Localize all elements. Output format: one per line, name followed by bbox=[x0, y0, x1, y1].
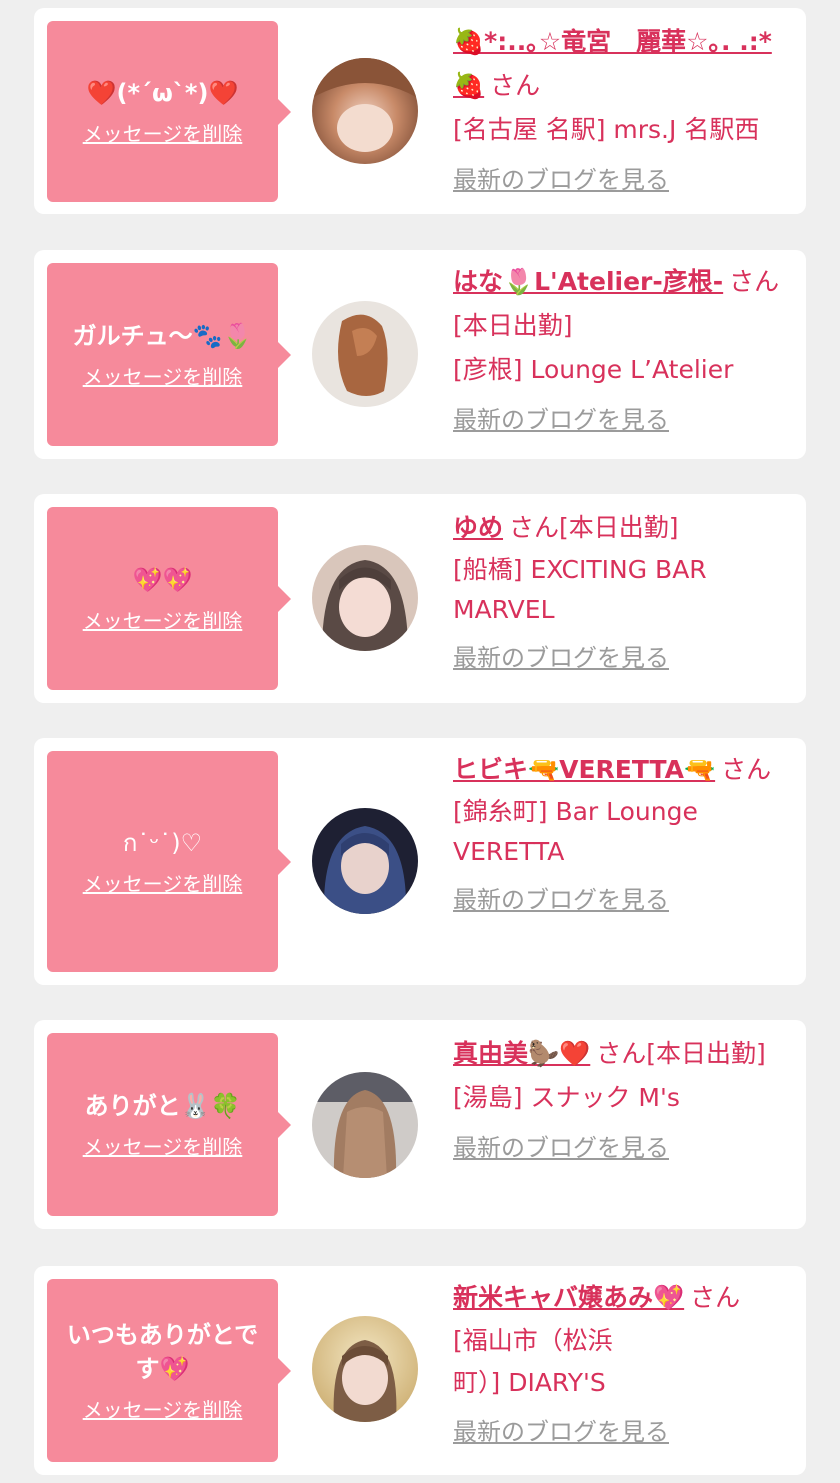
honorific: さん bbox=[596, 1039, 647, 1068]
avatar[interactable] bbox=[312, 58, 418, 164]
status-badge: [本日出勤] bbox=[453, 311, 573, 340]
message-bubble: いつもありがとです💖 メッセージを削除 bbox=[47, 1279, 291, 1462]
status-badge: [本日出勤] bbox=[559, 513, 679, 542]
message-text: いつもありがとです💖 bbox=[66, 1320, 259, 1383]
delete-message-link[interactable]: メッセージを削除 bbox=[83, 363, 243, 391]
cast-info: 新米キャバ嬢あみ💖 さん [福山市（松浜町）] DIARY'S 最新のブログを見る bbox=[453, 1276, 793, 1454]
cast-name-link[interactable]: ゆめ bbox=[453, 513, 503, 542]
honorific: さん bbox=[509, 513, 560, 542]
message-card: 💖💖 メッセージを削除 ゆめ さん[本日出勤] [船橋] EXCITING BAR… bbox=[34, 494, 806, 703]
message-bubble: ก˙ᵕ˙)♡ メッセージを削除 bbox=[47, 751, 291, 972]
message-bubble: ❤️(*´ω`*)❤️ メッセージを削除 bbox=[47, 21, 291, 202]
latest-blog-link[interactable]: 最新のブログを見る bbox=[453, 1414, 669, 1450]
message-card: ありがと🐰🍀 メッセージを削除 真由美🦫❤️ さん[本日出勤] [湯島] スナック… bbox=[34, 1020, 806, 1229]
delete-message-link[interactable]: メッセージを削除 bbox=[83, 1396, 243, 1424]
shop-name: [福山市（松浜町）] DIARY'S bbox=[453, 1326, 613, 1397]
message-text: ❤️(*´ω`*)❤️ bbox=[86, 78, 239, 107]
shop-name: [船橋] EXCITING BAR MARVEL bbox=[453, 555, 707, 624]
shop-name: [彦根] Lounge L’Atelier bbox=[453, 355, 734, 384]
latest-blog-link[interactable]: 最新のブログを見る bbox=[453, 1130, 669, 1166]
avatar[interactable] bbox=[312, 808, 418, 914]
latest-blog-link[interactable]: 最新のブログを見る bbox=[453, 402, 669, 438]
shop-name: [湯島] スナック M's bbox=[453, 1083, 680, 1112]
message-card: ก˙ᵕ˙)♡ メッセージを削除 ヒビキ🔫VERETTA🔫 さん [錦糸町] Bar… bbox=[34, 738, 806, 985]
delete-message-link[interactable]: メッセージを削除 bbox=[83, 870, 243, 898]
cast-info: ゆめ さん[本日出勤] [船橋] EXCITING BAR MARVEL 最新のブ… bbox=[453, 506, 793, 680]
message-bubble: ガルチュ〜🐾🌷 メッセージを削除 bbox=[47, 263, 291, 446]
honorific: さん bbox=[690, 1283, 741, 1312]
message-bubble: ありがと🐰🍀 メッセージを削除 bbox=[47, 1033, 291, 1216]
message-card: ガルチュ〜🐾🌷 メッセージを削除 はな🌷L'Atelier-彦根- さん [本日出勤… bbox=[34, 250, 806, 459]
avatar[interactable] bbox=[312, 1072, 418, 1178]
message-text: ก˙ᵕ˙)♡ bbox=[122, 828, 203, 857]
latest-blog-link[interactable]: 最新のブログを見る bbox=[453, 162, 669, 198]
latest-blog-link[interactable]: 最新のブログを見る bbox=[453, 882, 669, 918]
latest-blog-link[interactable]: 最新のブログを見る bbox=[453, 640, 669, 676]
cast-info: はな🌷L'Atelier-彦根- さん [本日出勤] [彦根] Lounge L’A… bbox=[453, 260, 793, 442]
delete-message-link[interactable]: メッセージを削除 bbox=[83, 607, 243, 635]
shop-name: [名古屋 名駅] mrs.J 名駅西 bbox=[453, 115, 760, 144]
cast-name-link[interactable]: 真由美🦫❤️ bbox=[453, 1039, 590, 1068]
cast-info: 🍓*:..｡☆竜宮 麗華☆｡. .:*🍓 さん [名古屋 名駅] mrs.J 名駅… bbox=[453, 20, 793, 202]
avatar[interactable] bbox=[312, 545, 418, 651]
message-text: ありがと🐰🍀 bbox=[84, 1091, 241, 1120]
cast-info: 真由美🦫❤️ さん[本日出勤] [湯島] スナック M's 最新のブログを見る bbox=[453, 1032, 793, 1170]
status-badge: [本日出勤] bbox=[646, 1039, 766, 1068]
message-card: いつもありがとです💖 メッセージを削除 新米キャバ嬢あみ💖 さん [福山市（松浜町… bbox=[34, 1266, 806, 1475]
message-text: ガルチュ〜🐾🌷 bbox=[72, 321, 253, 350]
cast-name-link[interactable]: 新米キャバ嬢あみ💖 bbox=[453, 1283, 684, 1312]
delete-message-link[interactable]: メッセージを削除 bbox=[83, 120, 243, 148]
cast-info: ヒビキ🔫VERETTA🔫 さん [錦糸町] Bar Lounge VERETTA … bbox=[453, 748, 793, 922]
honorific: さん bbox=[721, 755, 772, 784]
avatar[interactable] bbox=[312, 301, 418, 407]
honorific: さん bbox=[490, 71, 541, 100]
delete-message-link[interactable]: メッセージを削除 bbox=[83, 1133, 243, 1161]
message-text: 💖💖 bbox=[132, 565, 193, 594]
message-card: ❤️(*´ω`*)❤️ メッセージを削除 🍓*:..｡☆竜宮 麗華☆｡. .:*… bbox=[34, 8, 806, 214]
shop-name: [錦糸町] Bar Lounge VERETTA bbox=[453, 797, 698, 866]
honorific: さん bbox=[729, 267, 780, 296]
cast-name-link[interactable]: ヒビキ🔫VERETTA🔫 bbox=[453, 755, 715, 784]
cast-name-link[interactable]: はな🌷L'Atelier-彦根- bbox=[453, 267, 723, 296]
avatar[interactable] bbox=[312, 1316, 418, 1422]
message-bubble: 💖💖 メッセージを削除 bbox=[47, 507, 291, 690]
